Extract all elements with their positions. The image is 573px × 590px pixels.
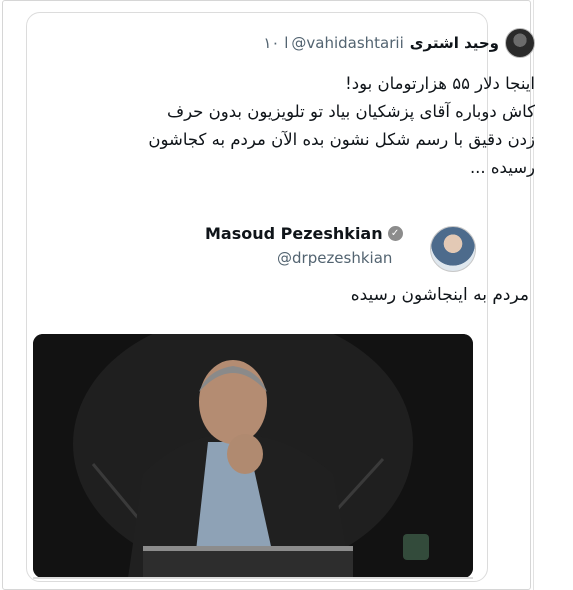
tweet-line: کاش دوباره آقای پزشکیان بیاد تو تلویزیون…: [166, 102, 535, 121]
outer-tweet-header: ۱۰ ا @vahidashtarii وحید اشتری: [263, 28, 535, 58]
author-avatar[interactable]: [505, 28, 535, 58]
tweet-line: رسیده ...: [469, 158, 535, 177]
quoted-author-name[interactable]: Masoud Pezeshkian: [205, 224, 383, 243]
tweet-line: زدن دقیق با رسم شکل نشون بده الآن مردم ب…: [148, 130, 535, 149]
quoted-tweet-header: Masoud Pezeshkian ✓ @drpezeshkian: [205, 224, 403, 267]
quoted-author-handle[interactable]: @drpezeshkian: [277, 249, 403, 267]
quoted-author-avatar[interactable]: [430, 226, 476, 272]
outer-tweet-text: اینجا دلار ۵۵ هزارتومان بود! کاش دوباره …: [115, 70, 535, 182]
verified-badge-icon: ✓: [387, 226, 403, 241]
quoted-tweet-text: مردم به اینجاشون رسیده: [350, 285, 529, 305]
author-name[interactable]: وحید اشتری: [410, 34, 499, 52]
tweet-date: ۱۰ ا: [263, 34, 289, 52]
tweet-media-image[interactable]: [33, 334, 473, 578]
video-still-icon: [33, 334, 473, 578]
side-scroll-area: [533, 0, 573, 590]
card-bottom-divider: [33, 577, 473, 579]
tweet-line: اینجا دلار ۵۵ هزارتومان بود!: [345, 74, 535, 93]
quoted-author-name-row[interactable]: Masoud Pezeshkian ✓: [205, 224, 403, 243]
broadcast-logo-icon: [403, 534, 429, 560]
author-handle[interactable]: @vahidashtarii: [291, 34, 403, 52]
